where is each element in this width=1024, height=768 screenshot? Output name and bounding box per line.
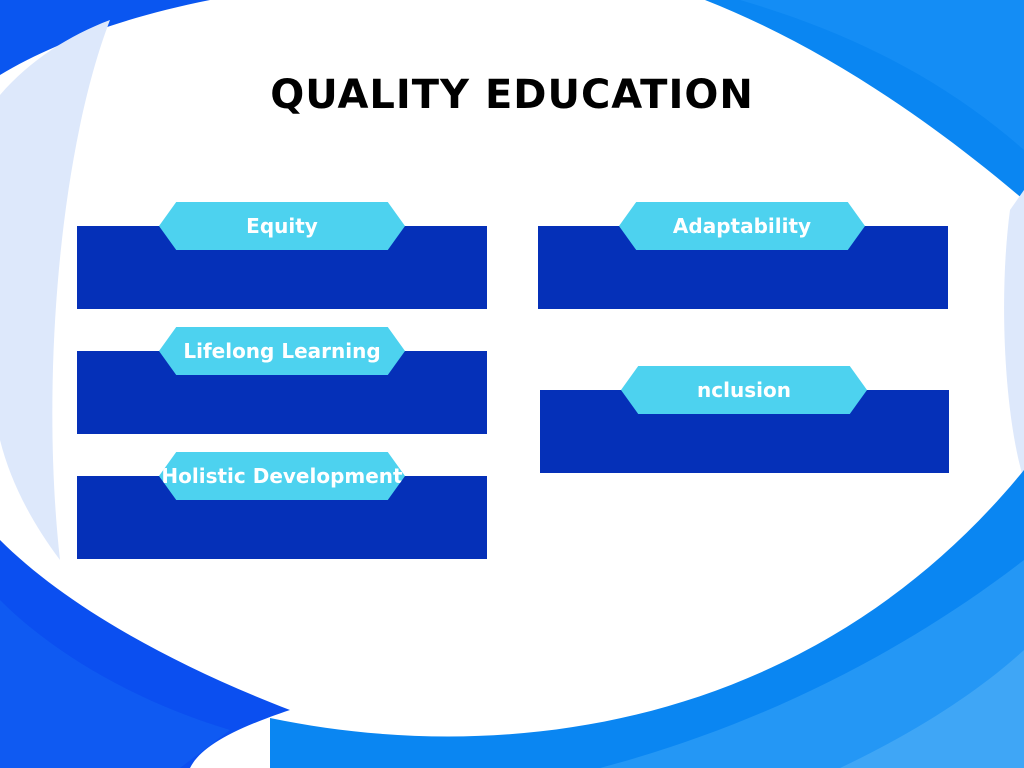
card-label: Adaptability [619, 202, 865, 250]
card-inclusion: nclusion [540, 366, 949, 473]
slide: QUALITY EDUCATION Equity Lifelong Learni… [0, 0, 1024, 768]
card-equity: Equity [77, 202, 487, 309]
card-lifelong-learning: Lifelong Learning [77, 327, 487, 434]
card-adaptability: Adaptability [538, 202, 948, 309]
card-label: Holistic Development [159, 452, 405, 500]
page-title: QUALITY EDUCATION [270, 72, 754, 118]
card-holistic-development: Holistic Development [77, 452, 487, 559]
card-label: Lifelong Learning [159, 327, 405, 375]
card-label: nclusion [621, 366, 867, 414]
card-label: Equity [159, 202, 405, 250]
